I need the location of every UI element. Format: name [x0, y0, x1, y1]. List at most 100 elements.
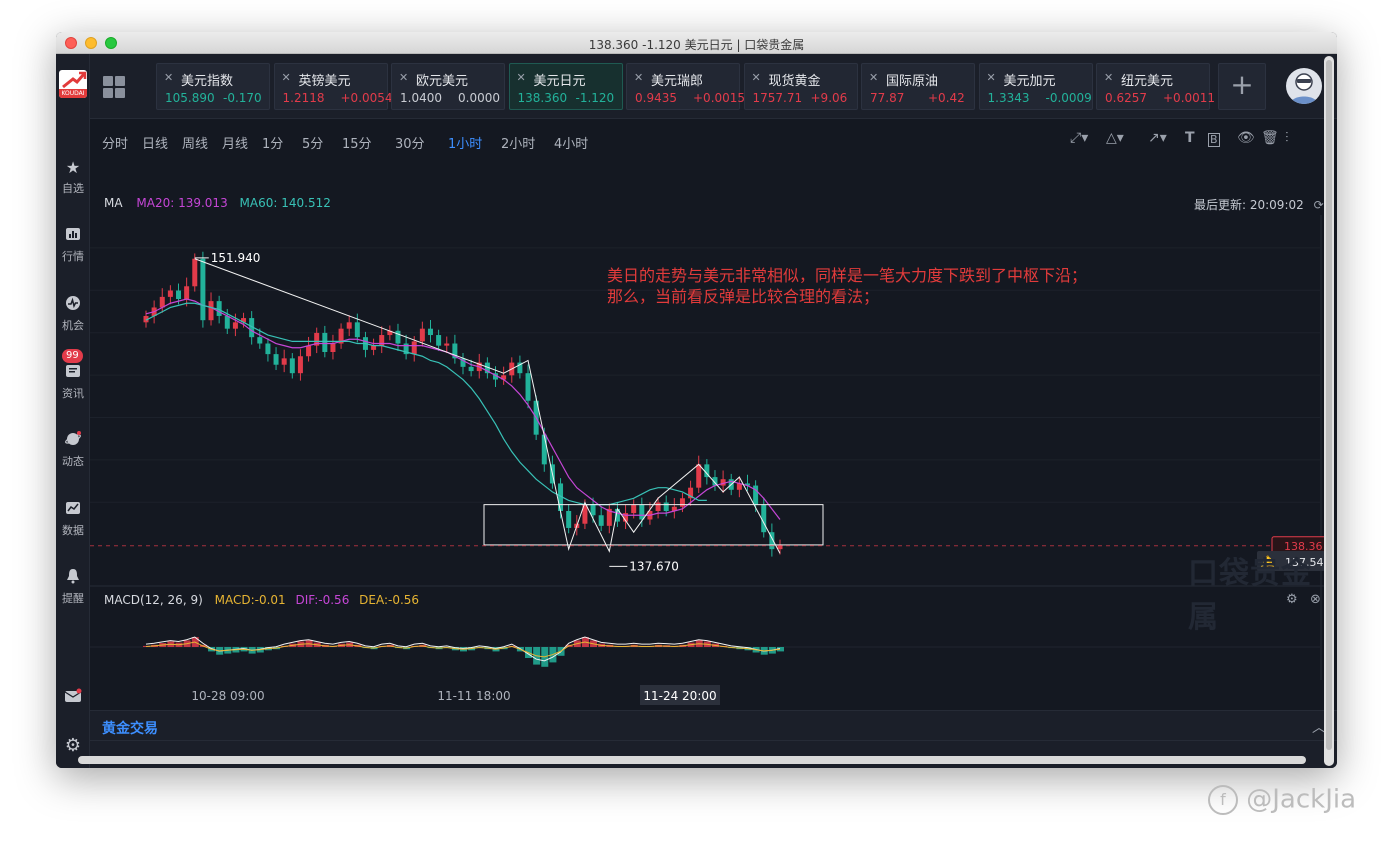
grid-icon [103, 76, 125, 98]
candle-body [444, 343, 450, 346]
macd-label: MACD(12, 26, 9) [104, 593, 203, 607]
sidebar-item-watchlist[interactable]: ★ 自选 [56, 158, 90, 196]
vertical-scrollbar[interactable] [1324, 56, 1334, 766]
sidebar-label: 自选 [62, 182, 84, 195]
candle-body [224, 315, 230, 329]
logo-arrow-icon [62, 71, 87, 89]
ticker-price: 1757.71 [752, 91, 803, 105]
gear-icon: ⚙ [64, 735, 82, 756]
candle-body [395, 330, 401, 344]
news-icon [56, 363, 90, 383]
gold-trading-title: 黄金交易 [102, 721, 158, 737]
close-ticker-icon[interactable]: ✕ [164, 71, 173, 84]
chart-area[interactable]: 分时 日线 周线 月线 1分 5分 15分 30分 1小时 2小时 4小时 ⤢▾ △▾ ↗▾ T B… [90, 120, 1327, 768]
candle-body [631, 504, 637, 514]
candle-body [306, 345, 312, 357]
candle-body [761, 504, 767, 533]
close-ticker-icon[interactable]: ✕ [752, 71, 761, 84]
bell-icon [56, 568, 90, 588]
candle-body [184, 286, 190, 299]
x-axis-label: 10-28 09:00 [191, 689, 264, 703]
candle-body [346, 322, 352, 329]
window-title: 138.360 -1.120 美元日元 | 口袋贵金属 [588, 38, 805, 52]
candle-body [289, 358, 295, 374]
macd-settings-icon[interactable]: ⚙ [1286, 592, 1298, 607]
ticker-tab[interactable]: ✕ 美元加元 1.3343 -0.0009 [978, 63, 1093, 110]
close-ticker-icon[interactable]: ✕ [1104, 71, 1113, 84]
candle-body [663, 502, 669, 511]
avatar[interactable] [1286, 68, 1322, 104]
close-ticker-icon[interactable]: ✕ [282, 71, 291, 84]
ticker-price: 0.9435 [635, 91, 677, 105]
mail-icon [56, 688, 90, 708]
candle-body [371, 345, 377, 350]
candle-body [525, 373, 531, 401]
plus-icon: + [1230, 68, 1254, 101]
price-chart[interactable]: 152.41150.41148.41146.41144.41142.41140.… [90, 120, 1327, 710]
high-price-label: 151.940 [211, 251, 261, 265]
ticker-name: 现货黄金 [768, 74, 821, 89]
sidebar-item-opportunity[interactable]: 机会 [56, 295, 90, 333]
horizontal-scrollbar[interactable] [78, 756, 1306, 764]
sidebar-item-feed[interactable]: 动态 [56, 431, 90, 469]
user-avatar-icon [1290, 73, 1318, 104]
ticker-tab[interactable]: ✕ 美元瑞郎 0.9435 +0.0015 [626, 63, 745, 110]
sidebar-item-quotes[interactable]: 行情 [56, 226, 90, 264]
ticker-tab[interactable]: ✕ 美元日元 138.360 -1.120 [508, 63, 623, 110]
close-ticker-icon[interactable]: ✕ [869, 71, 878, 84]
candle-body [354, 322, 360, 338]
ticker-bar: ✕ 美元指数 105.890 -0.170 ✕ 英镑美元 1.2118 +0.0054 ✕ 欧元美… [90, 54, 1337, 119]
annotation-line-1: 美日的走势与美元非常相似，同样是一笔大力度下跌到了中枢下沿； [607, 266, 1088, 285]
ticker-price: 1.0400 [400, 91, 442, 105]
ticker-name: 欧元美元 [416, 74, 469, 89]
ticker-tab[interactable]: ✕ 国际原油 77.87 +0.42 [861, 63, 975, 110]
ticker-name: 美元瑞郎 [651, 74, 704, 89]
title-bar: 138.360 -1.120 美元日元 | 口袋贵金属 [56, 32, 1337, 54]
close-ticker-icon[interactable]: ✕ [517, 71, 526, 84]
watermark: 口袋贵金属 [1188, 556, 1312, 635]
settings-button[interactable]: ⚙ [56, 736, 90, 756]
close-ticker-icon[interactable]: ✕ [987, 71, 996, 84]
ticker-name: 美元加元 [1003, 74, 1056, 89]
candle-body [696, 464, 702, 488]
planet-icon [56, 431, 90, 451]
candle-body [590, 504, 596, 516]
ticker-tab[interactable]: ✕ 纽元美元 0.6257 +0.0011 [1096, 63, 1215, 110]
ticker-price: 138.360 [517, 91, 568, 105]
close-ticker-icon[interactable]: ✕ [399, 71, 408, 84]
vertical-scrollbar-thumb[interactable] [1326, 60, 1332, 750]
candle-body [639, 504, 645, 520]
ticker-name: 纽元美元 [1121, 74, 1174, 89]
macd-value: MACD:-0.01 [214, 593, 286, 607]
ticker-tab[interactable]: ✕ 现货黄金 1757.71 +9.06 [743, 63, 858, 110]
ticker-name: 国际原油 [886, 74, 939, 89]
close-ticker-icon[interactable]: ✕ [634, 71, 643, 84]
ticker-tab[interactable]: ✕ 美元指数 105.890 -0.170 [156, 63, 270, 110]
add-ticker-button[interactable]: + [1218, 63, 1266, 110]
x-axis-label: 11-24 20:00 [643, 689, 716, 703]
star-icon: ★ [65, 158, 81, 177]
macd-close-icon[interactable]: ⊗ [1310, 592, 1321, 607]
x-axis-label: 11-11 18:00 [437, 689, 510, 703]
ticker-tab[interactable]: ✕ 欧元美元 1.0400 0.0000 [391, 63, 505, 110]
ticker-change: -1.120 [575, 91, 615, 105]
sidebar-item-messages[interactable] [56, 688, 90, 708]
sidebar-item-data[interactable]: 数据 [56, 500, 90, 538]
sidebar-item-alerts[interactable]: 提醒 [56, 568, 90, 606]
app-window: 138.360 -1.120 美元日元 | 口袋贵金属 KOUDAI ★ 自选 … [56, 32, 1337, 768]
candle-body [176, 290, 182, 299]
candle-body [208, 301, 214, 321]
ticker-name: 美元日元 [533, 74, 586, 89]
ticker-tab[interactable]: ✕ 英镑美元 1.2118 +0.0054 [273, 63, 393, 110]
sidebar: KOUDAI ★ 自选 行情 机会 资讯 99 动态 数据 提醒 ⚙ [56, 54, 90, 768]
gold-trading-panel-header[interactable]: 黄金交易 ︿ [90, 710, 1337, 740]
sidebar-item-news[interactable]: 资讯 99 [56, 349, 90, 401]
app-logo[interactable]: KOUDAI [59, 70, 87, 98]
trend-icon [56, 500, 90, 520]
candle-body [257, 337, 263, 344]
ticker-change: 0.0000 [458, 91, 500, 105]
ticker-change: +0.0054 [340, 91, 393, 105]
candle-body [436, 335, 442, 346]
grid-menu-button[interactable] [102, 75, 126, 99]
sidebar-label: 机会 [62, 319, 84, 332]
